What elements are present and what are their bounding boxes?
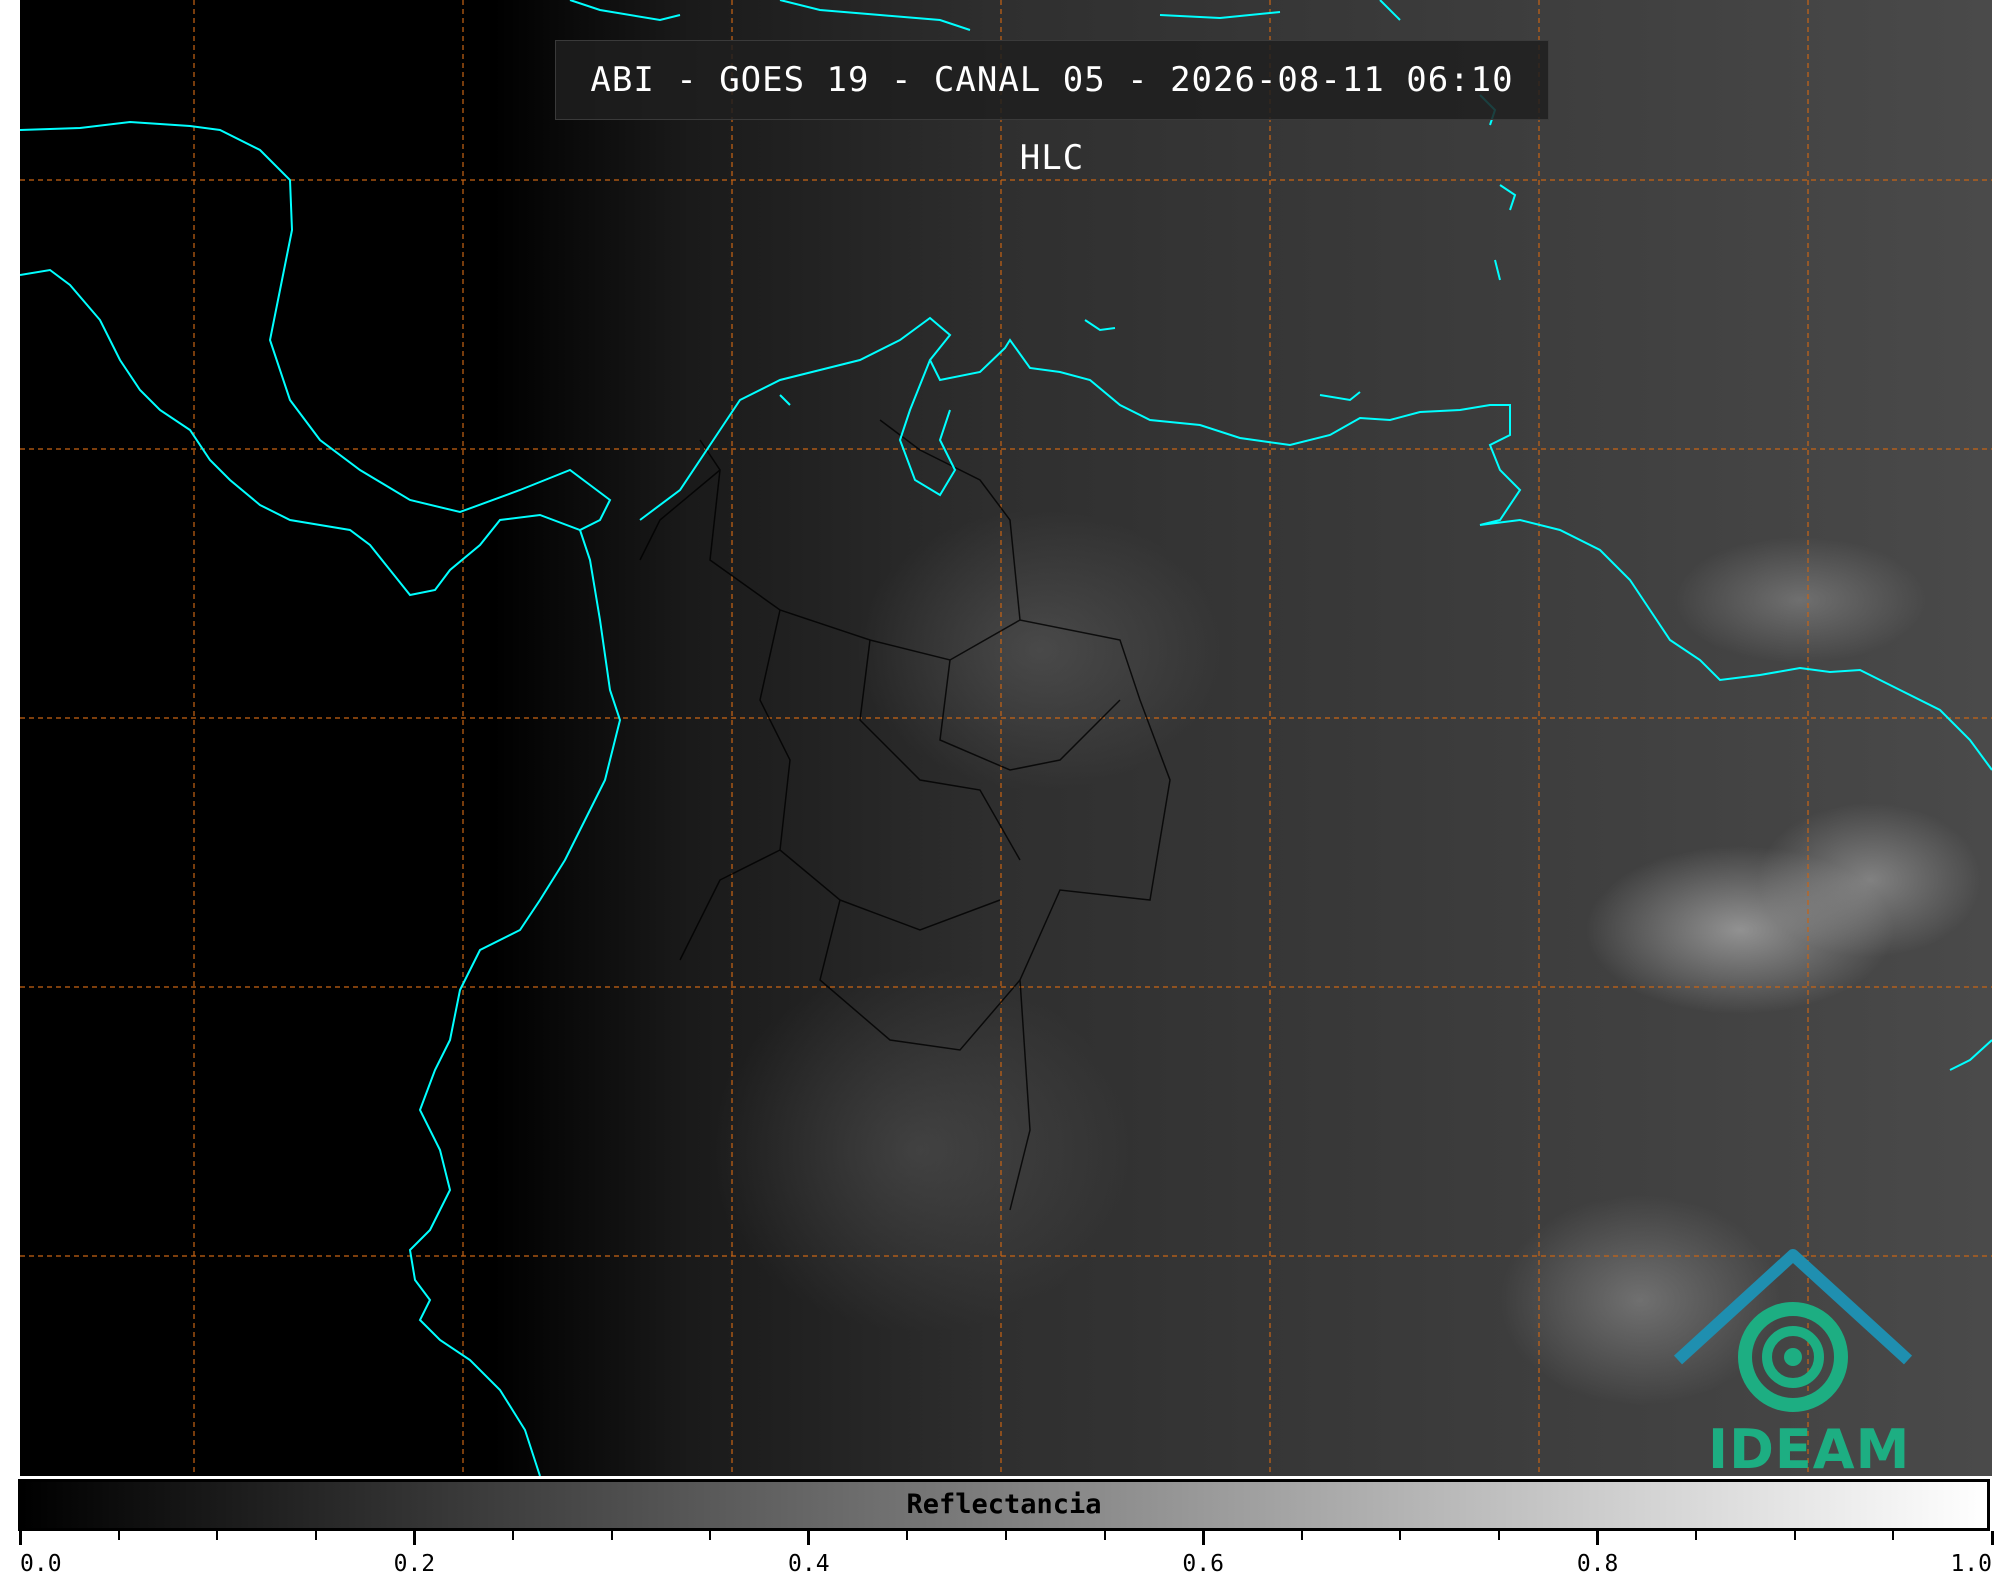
colorbar-tick-label: 0.2 <box>393 1551 436 1577</box>
colorbar-tick <box>1990 1531 1994 1545</box>
colorbar-tick <box>1892 1531 1895 1540</box>
colorbar-tick <box>1103 1531 1106 1540</box>
colorbar-tick <box>1498 1531 1500 1540</box>
colorbar-tick-label: 0.0 <box>20 1551 62 1577</box>
colorbar-tick <box>709 1531 712 1540</box>
colorbar-tick <box>1399 1531 1402 1540</box>
colorbar-tick-label: 0.4 <box>788 1551 830 1577</box>
colorbar-tick <box>1793 1531 1796 1540</box>
colorbar-tick <box>807 1531 811 1545</box>
colorbar-tick <box>1596 1531 1600 1545</box>
colorbar-tick <box>1300 1531 1303 1540</box>
image-title: ABI - GOES 19 - CANAL 05 - 2026-08-11 06… <box>555 40 1549 178</box>
colorbar-tick <box>1201 1531 1205 1545</box>
colorbar-tick <box>117 1531 120 1540</box>
country-borders <box>639 419 1171 1211</box>
colorbar-ticks: 0.0 0.2 0.4 0.6 0.8 1.0 <box>18 1531 1994 1577</box>
colorbar-tick <box>412 1531 416 1545</box>
colorbar-tick <box>906 1531 909 1540</box>
colorbar-tick <box>1695 1531 1698 1540</box>
colorbar-tick <box>512 1531 514 1540</box>
colorbar-tick <box>610 1531 613 1540</box>
colorbar: Reflectancia <box>18 1479 1990 1531</box>
satellite-map: ABI - GOES 19 - CANAL 05 - 2026-08-11 06… <box>20 0 1992 1476</box>
colorbar-tick <box>18 1531 22 1545</box>
colorbar-tick-label: 1.0 <box>1950 1551 1992 1577</box>
colorbar-label: Reflectancia <box>906 1489 1102 1520</box>
colorbar-tick <box>314 1531 317 1540</box>
colorbar-tick <box>1005 1531 1007 1540</box>
ideam-logo-text: IDEAM <box>1708 1418 1911 1476</box>
colorbar-tick-label: 0.6 <box>1182 1551 1224 1577</box>
colorbar-tick <box>216 1531 219 1540</box>
colorbar-tick-label: 0.8 <box>1576 1551 1619 1577</box>
